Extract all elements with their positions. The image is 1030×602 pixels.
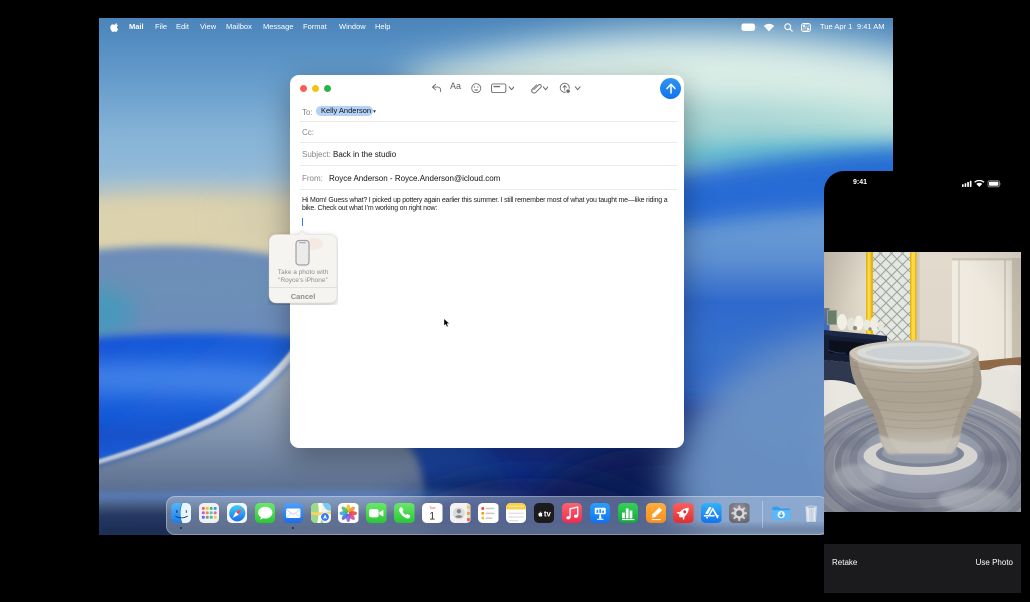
svg-text:tv: tv [544, 509, 552, 518]
svg-text:1: 1 [429, 510, 435, 522]
svg-text:Tue: Tue [429, 506, 435, 510]
